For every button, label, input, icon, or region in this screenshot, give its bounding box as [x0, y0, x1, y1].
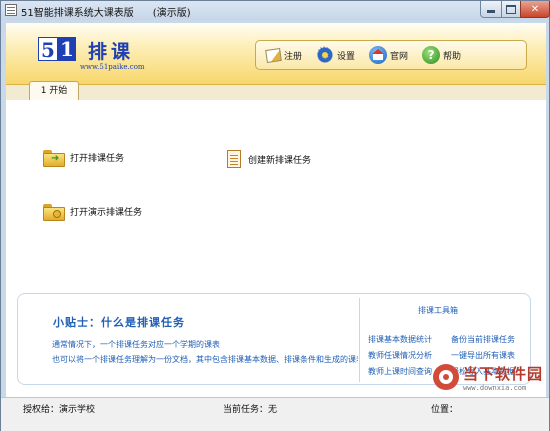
open-task-label: 打开排课任务 [70, 154, 125, 164]
open-task-action[interactable]: ➜ 打开排课任务 [43, 150, 125, 167]
maximize-button[interactable] [501, 1, 521, 18]
create-task-label: 创建新排课任务 [248, 155, 312, 166]
help-icon: ? [422, 46, 441, 64]
status-licensed-to: 授权给：演示学校 [23, 405, 96, 415]
website-label: 官网 [390, 51, 409, 62]
watermark-logo-icon [433, 364, 459, 390]
open-demo-task-action[interactable]: 打开演示排课任务 [43, 204, 143, 221]
tips-line-1: 通常情况下，一个排课任务对应一个学期的课表 [52, 340, 220, 349]
minimize-button[interactable] [480, 1, 502, 18]
open-demo-task-label: 打开演示排课任务 [70, 208, 143, 218]
status-position: 位置： [431, 405, 459, 415]
toolbar: 注册 设置 官网 ? 帮助 [255, 40, 527, 70]
create-task-action[interactable]: 创建新排课任务 [227, 150, 311, 168]
tab-bar [6, 85, 546, 101]
gear-icon [316, 43, 335, 65]
watermark: 当下软件园 www.downxia.com [433, 352, 550, 402]
help-label: 帮助 [443, 51, 462, 62]
settings-label: 设置 [337, 51, 356, 62]
home-globe-icon [369, 46, 388, 64]
folder-key-icon [43, 204, 65, 221]
app-header: 5 1 排课 www.51paike.com 注册 设置 官网 ? 帮助 [6, 23, 546, 85]
tips-line-2: 也可以将一个排课任务理解为一份文档，其中包含排课基本数据、排课条件和生成的课表 [52, 355, 358, 364]
logo-text: 排课 [88, 41, 135, 63]
tips-title: 小贴士：什么是排课任务 [53, 316, 185, 329]
folder-open-icon: ➜ [43, 150, 65, 167]
document-icon [227, 150, 241, 168]
toolbox-title: 排课工具箱 [418, 306, 458, 315]
close-button[interactable] [520, 1, 550, 18]
app-window: 51智能排课系统大课表版 (演示版) 5 1 排课 www.51paike.co… [0, 0, 550, 431]
logo-url: www.51paike.com [80, 63, 145, 71]
register-label: 注册 [284, 51, 303, 62]
status-bar: 授权给：演示学校 当前任务：无 位置： [1, 397, 549, 431]
logo-digit-5: 5 [38, 37, 58, 62]
window-title: 51智能排课系统大课表版 (演示版) [21, 8, 191, 19]
toolbox-link-stats[interactable]: 排课基本数据统计 [368, 334, 432, 345]
tab-start[interactable]: 1 开始 [29, 81, 79, 100]
watermark-sub: www.downxia.com [463, 383, 527, 392]
app-icon [5, 4, 17, 16]
register-button[interactable]: 注册 [265, 47, 303, 63]
toolbox-link-backup[interactable]: 备份当前排课任务 [451, 334, 515, 345]
register-icon [265, 47, 282, 63]
logo-mark: 5 1 [38, 37, 78, 62]
settings-button[interactable]: 设置 [316, 43, 356, 65]
logo-digit-1: 1 [58, 37, 76, 61]
website-button[interactable]: 官网 [369, 46, 408, 64]
toolbox-link-teacher-time[interactable]: 教师上课时间查询 [368, 366, 432, 377]
status-current-task: 当前任务：无 [223, 405, 278, 415]
tips-divider [359, 298, 360, 382]
toolbox-link-teacher-analysis[interactable]: 教师任课情况分析 [368, 350, 432, 361]
watermark-main: 当下软件园 [463, 364, 544, 383]
title-bar[interactable]: 51智能排课系统大课表版 (演示版) [1, 1, 550, 20]
help-button[interactable]: ? 帮助 [422, 46, 461, 64]
